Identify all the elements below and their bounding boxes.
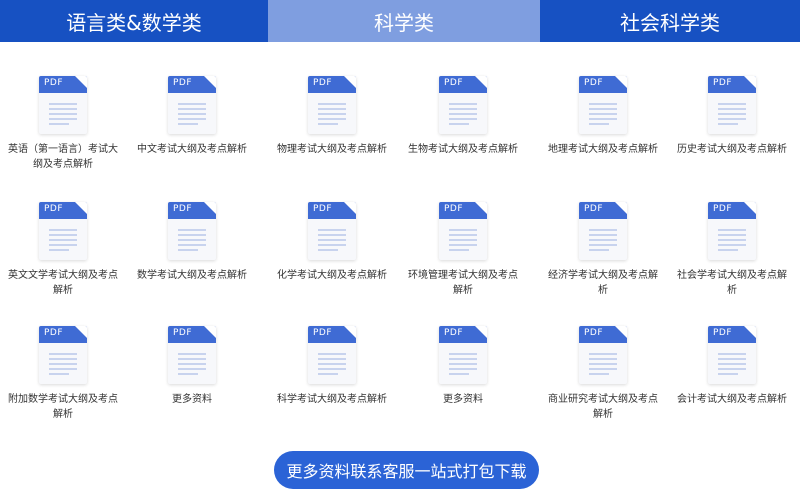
doc-item[interactable]: PDF 更多资料 [398,310,528,407]
pdf-file-icon: PDF [708,326,756,384]
doc-item[interactable]: PDF 化学考试大纲及考点解析 [267,186,397,283]
doc-item[interactable]: PDF 中文考试大纲及考点解析 [127,60,257,157]
download-package-button[interactable]: 更多资料联系客服一站式打包下载 [274,451,539,489]
pdf-file-icon: PDF [168,202,216,260]
doc-title: 数学考试大纲及考点解析 [137,270,247,281]
pdf-file-icon: PDF [708,76,756,134]
tab-social-science[interactable]: 社会科学类 [540,0,800,42]
doc-title: 化学考试大纲及考点解析 [277,270,387,281]
pdf-file-icon: PDF [579,76,627,134]
category-tabs: 语言类&数学类 科学类 社会科学类 [0,0,800,42]
doc-item[interactable]: PDF 科学考试大纲及考点解析 [267,310,397,407]
doc-title: 商业研究考试大纲及考点解析 [548,394,658,420]
doc-title: 物理考试大纲及考点解析 [277,144,387,155]
doc-title: 会计考试大纲及考点解析 [677,394,787,405]
doc-item[interactable]: PDF 更多资料 [127,310,257,407]
doc-item[interactable]: PDF 数学考试大纲及考点解析 [127,186,257,283]
doc-item[interactable]: PDF 经济学考试大纲及考点解析 [538,186,668,298]
doc-item[interactable]: PDF 商业研究考试大纲及考点解析 [538,310,668,422]
doc-title: 科学考试大纲及考点解析 [277,394,387,405]
pdf-file-icon: PDF [579,202,627,260]
doc-title: 英语（第一语言）考试大纲及考点解析 [8,144,118,170]
doc-item[interactable]: PDF 环境管理考试大纲及考点解析 [398,186,528,298]
doc-title: 英文文学考试大纲及考点解析 [8,270,118,296]
doc-title: 环境管理考试大纲及考点解析 [408,270,518,296]
doc-item[interactable]: PDF 会计考试大纲及考点解析 [667,310,797,407]
doc-title: 生物考试大纲及考点解析 [408,144,518,155]
pdf-file-icon: PDF [39,202,87,260]
pdf-file-icon: PDF [579,326,627,384]
pdf-file-icon: PDF [439,76,487,134]
doc-title: 历史考试大纲及考点解析 [677,144,787,155]
doc-title: 地理考试大纲及考点解析 [548,144,658,155]
pdf-file-icon: PDF [39,76,87,134]
doc-item[interactable]: PDF 社会学考试大纲及考点解析 [667,186,797,298]
pdf-file-icon: PDF [308,326,356,384]
doc-title: 更多资料 [443,394,483,405]
pdf-file-icon: PDF [39,326,87,384]
doc-row-2: PDF 英文文学考试大纲及考点解析 PDF 数学考试大纲及考点解析 PDF 化学考试大… [0,186,800,306]
doc-item[interactable]: PDF 英语（第一语言）考试大纲及考点解析 [0,60,128,172]
doc-row-3: PDF 附加数学考试大纲及考点解析 PDF 更多资料 PDF 科学考试大纲及考点解析 … [0,310,800,430]
pdf-file-icon: PDF [168,76,216,134]
doc-item[interactable]: PDF 附加数学考试大纲及考点解析 [0,310,128,422]
doc-title: 社会学考试大纲及考点解析 [677,270,787,296]
tab-language-math[interactable]: 语言类&数学类 [0,0,268,42]
pdf-file-icon: PDF [168,326,216,384]
doc-title: 附加数学考试大纲及考点解析 [8,394,118,420]
tab-science[interactable]: 科学类 [268,0,540,42]
pdf-file-icon: PDF [308,202,356,260]
doc-title: 更多资料 [172,394,212,405]
doc-item[interactable]: PDF 地理考试大纲及考点解析 [538,60,668,157]
doc-item[interactable]: PDF 物理考试大纲及考点解析 [267,60,397,157]
doc-row-1: PDF 英语（第一语言）考试大纲及考点解析 PDF 中文考试大纲及考点解析 PDF 物… [0,60,800,180]
doc-title: 中文考试大纲及考点解析 [137,144,247,155]
doc-item[interactable]: PDF 历史考试大纲及考点解析 [667,60,797,157]
doc-item[interactable]: PDF 生物考试大纲及考点解析 [398,60,528,157]
pdf-file-icon: PDF [708,202,756,260]
pdf-file-icon: PDF [439,202,487,260]
pdf-file-icon: PDF [439,326,487,384]
doc-item[interactable]: PDF 英文文学考试大纲及考点解析 [0,186,128,298]
doc-title: 经济学考试大纲及考点解析 [548,270,658,296]
pdf-file-icon: PDF [308,76,356,134]
